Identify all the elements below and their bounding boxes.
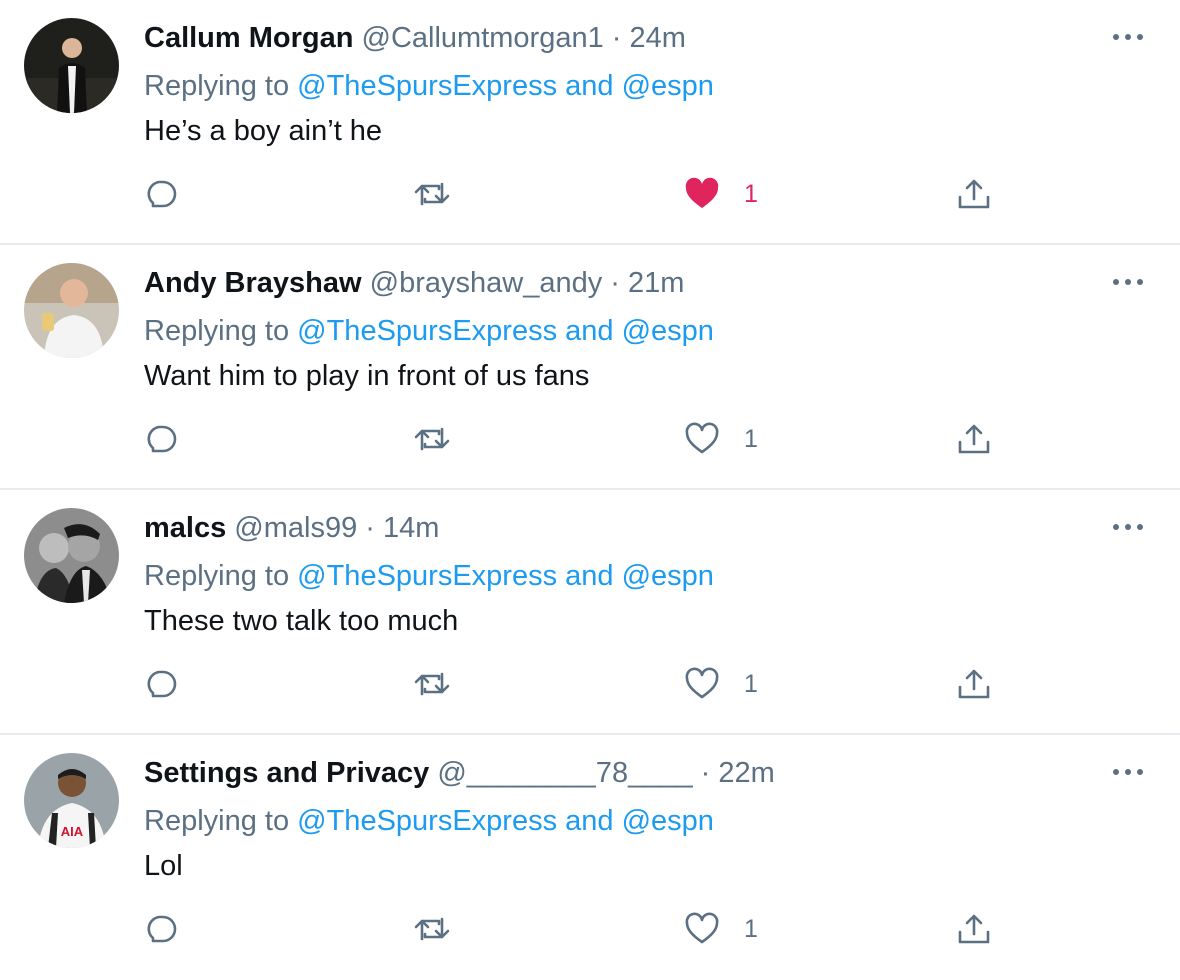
separator-dot: · [611, 22, 622, 54]
share-icon [958, 914, 990, 944]
user-handle[interactable]: @brayshaw_andy [370, 267, 603, 299]
replying-to: Replying to @TheSpursExpress and @espn [144, 68, 714, 104]
separator-dot: · [700, 757, 711, 789]
reply-icon [147, 180, 177, 208]
tweet-actions: 1 [144, 662, 1144, 706]
timestamp[interactable]: 22m [718, 757, 774, 789]
display-name[interactable]: Callum Morgan [144, 22, 353, 54]
replying-prefix: Replying to [144, 805, 290, 837]
like-count: 1 [744, 179, 758, 208]
replying-to-link[interactable]: @TheSpursExpress and @espn [297, 70, 714, 102]
tweet-text: Want him to play in front of us fans [144, 360, 590, 392]
tweet[interactable]: AIA Settings and Privacy @________78____… [0, 735, 1180, 980]
replying-to: Replying to @TheSpursExpress and @espn [144, 558, 714, 594]
user-handle[interactable]: @mals99 [234, 512, 357, 544]
share-icon [958, 424, 990, 454]
avatar[interactable]: AIA [24, 753, 119, 848]
heart-icon [685, 422, 719, 454]
display-name[interactable]: Andy Brayshaw [144, 267, 362, 299]
tweet-header: Settings and Privacy @________78____ · 2… [144, 755, 1100, 791]
display-name[interactable]: malcs [144, 512, 226, 544]
more-options-icon[interactable] [1108, 757, 1148, 787]
share-button[interactable] [956, 417, 992, 461]
user-handle[interactable]: @Callumtmorgan1 [362, 22, 604, 54]
tweet-actions: 1 [144, 172, 1144, 216]
tweet-header: malcs @mals99 · 14m [144, 510, 1100, 546]
share-button[interactable] [956, 907, 992, 951]
like-button[interactable]: 1 [684, 662, 758, 706]
replying-prefix: Replying to [144, 315, 290, 347]
like-button[interactable]: 1 [684, 417, 758, 461]
share-icon [958, 669, 990, 699]
timestamp[interactable]: 24m [630, 22, 686, 54]
tweet-actions: 1 [144, 907, 1144, 951]
retweet-icon [414, 427, 450, 451]
display-name[interactable]: Settings and Privacy [144, 757, 429, 789]
more-options-icon[interactable] [1108, 512, 1148, 542]
retweet-icon [414, 917, 450, 941]
separator-dot: · [610, 267, 620, 299]
tweet[interactable]: malcs @mals99 · 14m Replying to @TheSpur… [0, 490, 1180, 735]
replying-to-link[interactable]: @TheSpursExpress and @espn [297, 315, 714, 347]
like-count: 1 [744, 669, 758, 698]
retweet-button[interactable] [412, 417, 452, 461]
user-handle[interactable]: @________78____ [437, 757, 692, 789]
share-button[interactable] [956, 172, 992, 216]
retweet-button[interactable] [412, 907, 452, 951]
retweet-button[interactable] [412, 662, 452, 706]
heart-filled-icon [685, 177, 719, 208]
reply-button[interactable] [144, 662, 178, 706]
reply-button[interactable] [144, 907, 178, 951]
avatar[interactable] [24, 18, 119, 113]
timestamp[interactable]: 14m [383, 512, 439, 544]
tweet-text: Lol [144, 850, 183, 882]
avatar[interactable] [24, 508, 119, 603]
tweet-text: He’s a boy ain’t he [144, 115, 383, 147]
replying-to-link[interactable]: @TheSpursExpress and @espn [297, 560, 714, 592]
reply-button[interactable] [144, 417, 178, 461]
reply-button[interactable] [144, 172, 178, 216]
tweet-actions: 1 [144, 417, 1144, 461]
tweet[interactable]: Callum Morgan @Callumtmorgan1 · 24m Repl… [0, 0, 1180, 245]
retweet-button[interactable] [412, 172, 452, 216]
replying-to-link[interactable]: @TheSpursExpress and @espn [297, 805, 714, 837]
timestamp[interactable]: 21m [628, 267, 684, 299]
reply-feed: Callum Morgan @Callumtmorgan1 · 24m Repl… [0, 0, 1180, 980]
avatar[interactable] [24, 263, 119, 358]
like-count: 1 [744, 424, 758, 453]
replying-prefix: Replying to [144, 70, 290, 102]
tweet-header: Andy Brayshaw @brayshaw_andy · 21m [144, 265, 1100, 301]
share-button[interactable] [956, 662, 992, 706]
like-count: 1 [744, 914, 758, 943]
retweet-icon [414, 672, 450, 696]
like-button[interactable]: 1 [684, 172, 758, 216]
heart-icon [685, 912, 719, 944]
reply-icon [147, 670, 177, 698]
replying-prefix: Replying to [144, 560, 290, 592]
tweet-header: Callum Morgan @Callumtmorgan1 · 24m [144, 20, 1100, 56]
replying-to: Replying to @TheSpursExpress and @espn [144, 803, 714, 839]
heart-icon [685, 667, 719, 699]
retweet-icon [414, 182, 450, 206]
avatar-sponsor-text: AIA [61, 824, 84, 839]
like-button[interactable]: 1 [684, 907, 758, 951]
reply-icon [147, 915, 177, 943]
share-icon [958, 179, 990, 209]
replying-to: Replying to @TheSpursExpress and @espn [144, 313, 714, 349]
more-options-icon[interactable] [1108, 267, 1148, 297]
tweet-text: These two talk too much [144, 605, 459, 637]
more-options-icon[interactable] [1108, 22, 1148, 52]
separator-dot: · [365, 512, 375, 544]
reply-icon [147, 425, 177, 453]
tweet[interactable]: Andy Brayshaw @brayshaw_andy · 21m Reply… [0, 245, 1180, 490]
